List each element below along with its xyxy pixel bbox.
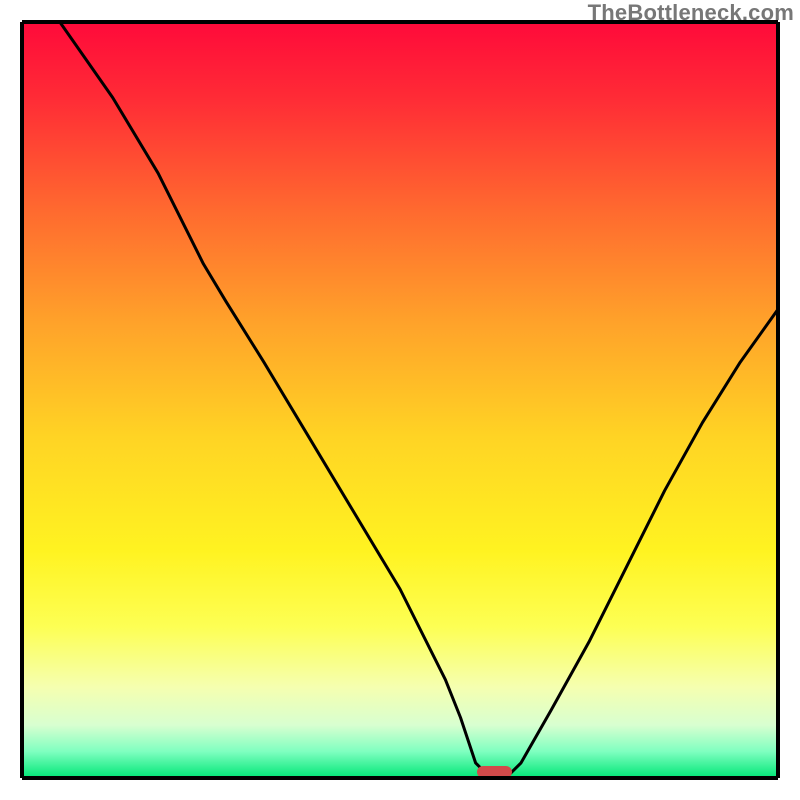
axis-border-left — [20, 22, 24, 778]
chart-frame: TheBottleneck.com — [0, 0, 800, 800]
axis-border-top — [22, 20, 778, 24]
plot-area — [22, 22, 778, 778]
axis-border-right — [776, 22, 780, 778]
plot-svg — [22, 22, 778, 778]
axis-border-bottom — [22, 776, 778, 780]
